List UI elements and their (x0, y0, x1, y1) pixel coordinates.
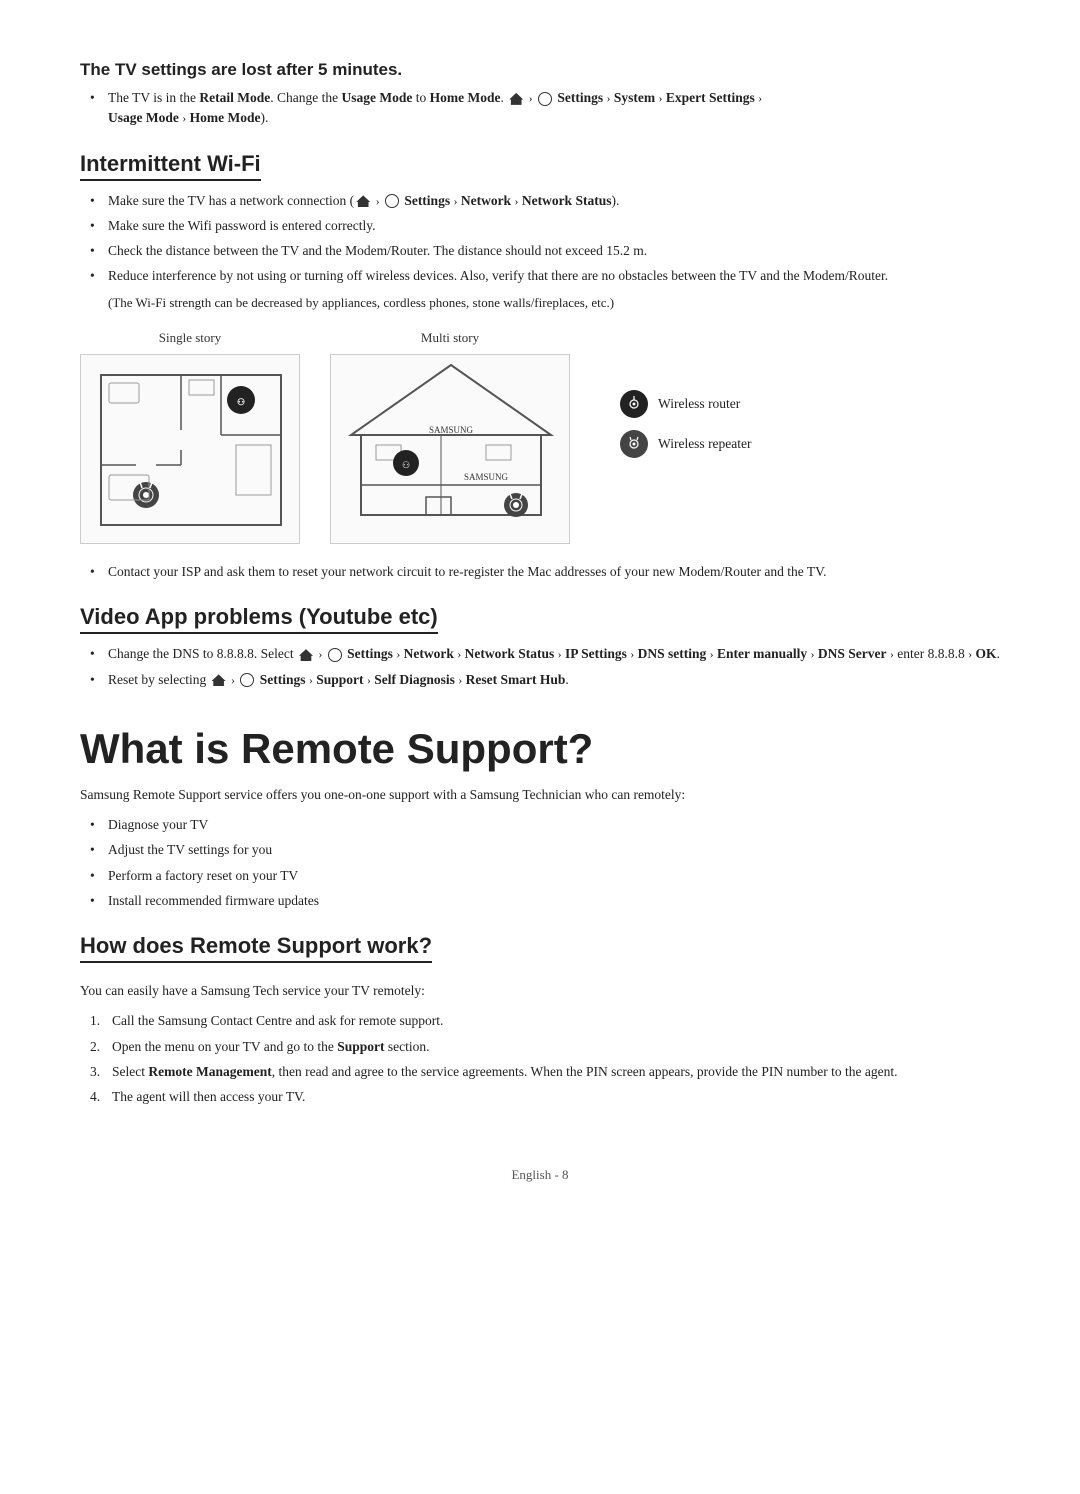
how-does-step1: Call the Samsung Contact Centre and ask … (90, 1011, 1000, 1031)
multi-story-diagram: Multi story ⚇ S (330, 330, 570, 544)
legend: Wireless router Wireless repeater (620, 390, 752, 458)
home-icon4 (212, 674, 226, 686)
how-does-steps: Call the Samsung Contact Centre and ask … (90, 1011, 1000, 1107)
video-app-list: Change the DNS to 8.8.8.8. Select › Sett… (90, 644, 1000, 690)
rs-bullet2: Adjust the TV settings for you (90, 840, 1000, 860)
video-app-title: Video App problems (Youtube etc) (80, 604, 438, 634)
how-does-step2: Open the menu on your TV and go to the S… (90, 1037, 1000, 1057)
repeater-icon (620, 430, 648, 458)
settings-icon3 (328, 648, 342, 662)
wifi-bullet3: Check the distance between the TV and th… (90, 241, 1000, 261)
rs-bullet1: Diagnose your TV (90, 815, 1000, 835)
wifi-bullet4: Reduce interference by not using or turn… (90, 266, 1000, 286)
multi-story-label: Multi story (421, 330, 479, 346)
svg-text:⚇: ⚇ (237, 397, 245, 407)
remote-support-list: Diagnose your TV Adjust the TV settings … (90, 815, 1000, 911)
tv-settings-section: The TV settings are lost after 5 minutes… (80, 60, 1000, 129)
legend-repeater: Wireless repeater (620, 430, 752, 458)
settings-icon (538, 92, 552, 106)
footer-text: English - 8 (511, 1167, 568, 1182)
home-icon (509, 93, 523, 105)
how-does-intro: You can easily have a Samsung Tech servi… (80, 981, 1000, 1001)
video-app-section: Video App problems (Youtube etc) Change … (80, 604, 1000, 690)
how-does-step3: Select Remote Management, then read and … (90, 1062, 1000, 1082)
svg-text:SAMSUNG: SAMSUNG (464, 472, 509, 482)
video-app-bullet2: Reset by selecting › Settings › Support … (90, 670, 1000, 690)
intermittent-wifi-section: Intermittent Wi-Fi Make sure the TV has … (80, 151, 1000, 583)
legend-router: Wireless router (620, 390, 752, 418)
multi-story-svg: ⚇ SAMSUNG SAMSUNG (330, 354, 570, 544)
svg-text:SAMSUNG: SAMSUNG (429, 425, 474, 435)
wifi-bullet2: Make sure the Wifi password is entered c… (90, 216, 1000, 236)
intermittent-wifi-title: Intermittent Wi-Fi (80, 151, 261, 181)
remote-support-title: What is Remote Support? (80, 725, 1000, 773)
single-story-svg: ⚇ (80, 354, 300, 544)
wifi-bullet5-list: Contact your ISP and ask them to reset y… (90, 562, 1000, 582)
svg-text:⚇: ⚇ (402, 460, 410, 470)
tv-settings-title: The TV settings are lost after 5 minutes… (80, 60, 1000, 80)
how-does-step4: The agent will then access your TV. (90, 1087, 1000, 1107)
wifi-bullet5: Contact your ISP and ask them to reset y… (90, 562, 1000, 582)
wifi-note: (The Wi-Fi strength can be decreased by … (108, 293, 1000, 313)
how-does-title: How does Remote Support work? (80, 933, 432, 963)
video-app-bullet1: Change the DNS to 8.8.8.8. Select › Sett… (90, 644, 1000, 664)
settings-icon4 (240, 673, 254, 687)
arrow-icon: › (529, 91, 533, 105)
wifi-bullet1: Make sure the TV has a network connectio… (90, 191, 1000, 211)
home-icon2 (356, 195, 370, 207)
router-icon (620, 390, 648, 418)
rs-bullet4: Install recommended firmware updates (90, 891, 1000, 911)
remote-support-intro: Samsung Remote Support service offers yo… (80, 785, 1000, 805)
tv-settings-bullet1: The TV is in the Retail Mode. Change the… (90, 88, 1000, 129)
router-label: Wireless router (658, 396, 740, 412)
single-story-label: Single story (159, 330, 221, 346)
home-icon3 (299, 649, 313, 661)
page-footer: English - 8 (80, 1167, 1000, 1183)
rs-bullet3: Perform a factory reset on your TV (90, 866, 1000, 886)
settings-icon2 (385, 194, 399, 208)
single-story-diagram: Single story ⚇ (80, 330, 300, 544)
tv-settings-list: The TV is in the Retail Mode. Change the… (90, 88, 1000, 129)
diagram-area: Single story ⚇ (80, 330, 1000, 544)
repeater-label: Wireless repeater (658, 436, 752, 452)
how-does-section: How does Remote Support work? You can ea… (80, 933, 1000, 1107)
remote-support-section: What is Remote Support? Samsung Remote S… (80, 725, 1000, 911)
wifi-bullet-list: Make sure the TV has a network connectio… (90, 191, 1000, 287)
